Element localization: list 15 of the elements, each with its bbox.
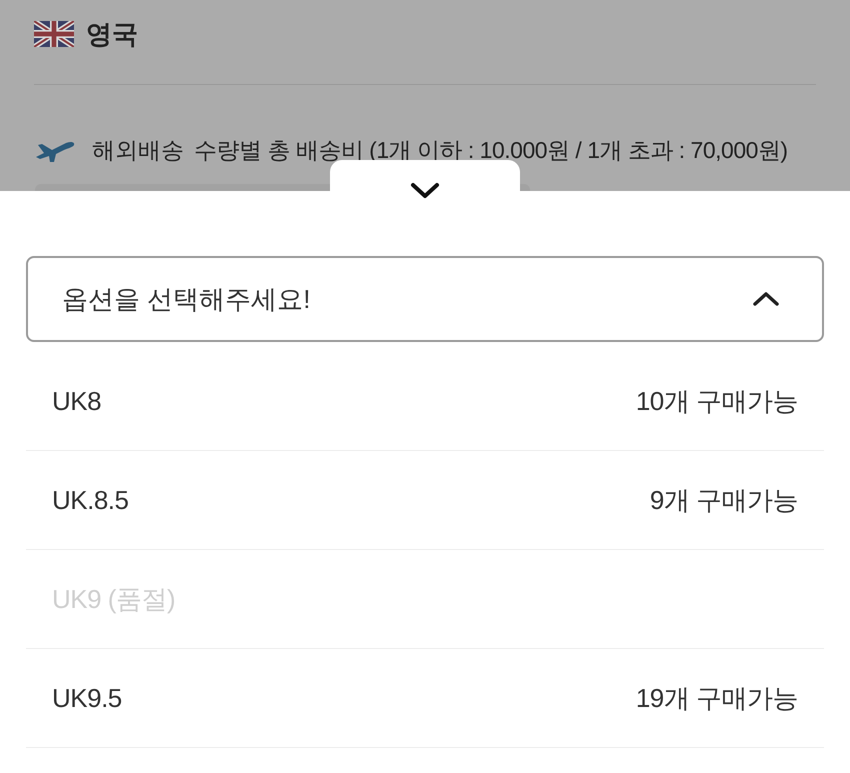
shipping-fee-text: 수량별 총 배송비 (1개 이하 : 10.000원 / 1개 초과 : 70,000원) (194, 136, 788, 165)
option-row[interactable]: UK9.5 19개 구매가능 (26, 649, 824, 748)
shipping-label: 해외배송 (92, 136, 184, 165)
option-row[interactable]: UK.8.5 9개 구매가능 (26, 451, 824, 550)
option-row[interactable]: UK8 10개 구매가능 (26, 352, 824, 451)
option-label: UK8 (52, 384, 102, 418)
option-select[interactable]: 옵션을 선택해주세요! (26, 256, 824, 342)
stock-count: 19개 구매가능 (636, 682, 798, 714)
country-name: 영국 (86, 21, 138, 47)
uk-flag-icon (34, 21, 74, 47)
stock-count: 10개 구매가능 (636, 384, 798, 418)
option-label: UK9.5 (52, 682, 122, 714)
stock-count: 9개 구매가능 (650, 484, 798, 516)
option-label: UK.8.5 (52, 484, 128, 516)
chevron-down-icon (410, 182, 440, 199)
